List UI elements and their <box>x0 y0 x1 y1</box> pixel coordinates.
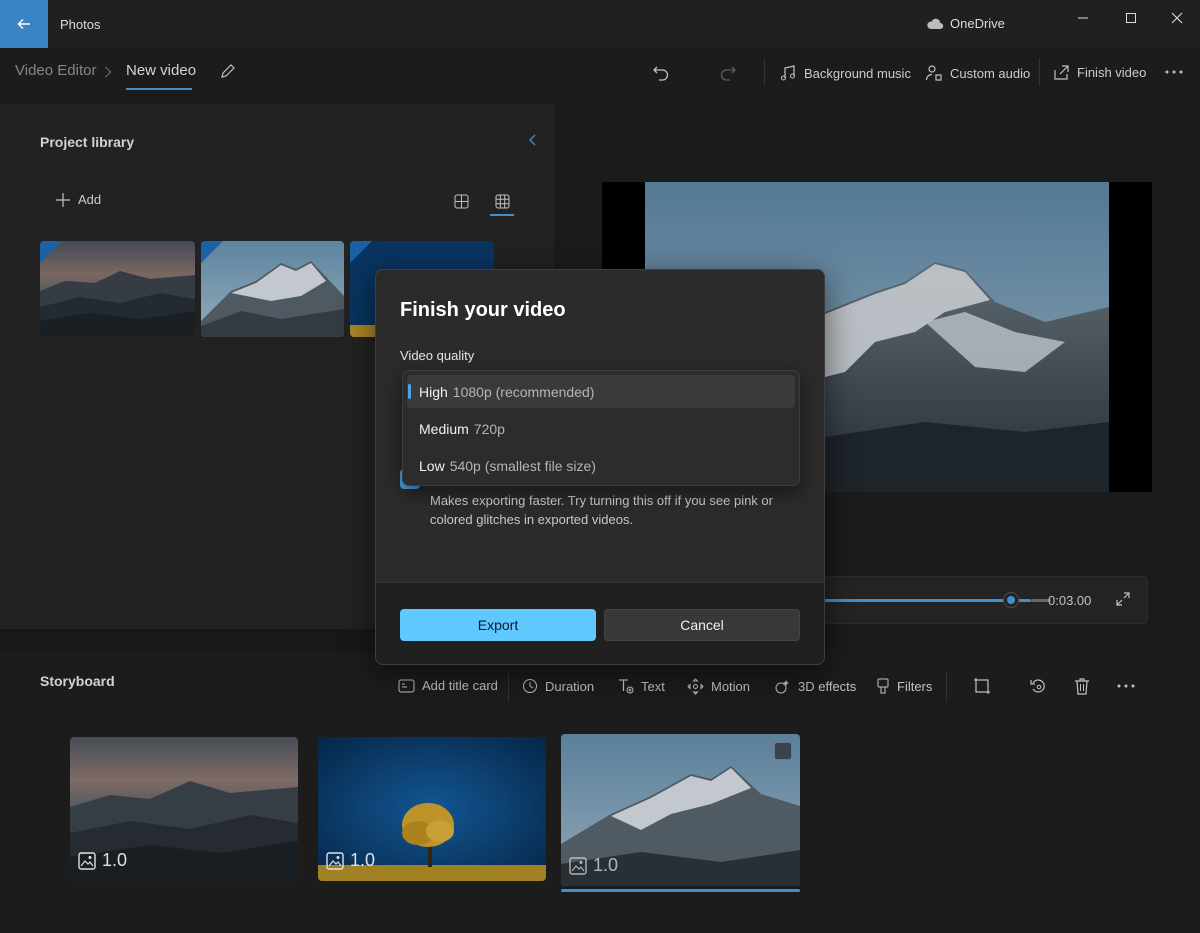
video-quality-dropdown[interactable]: High 1080p (recommended) Medium 720p Low… <box>402 370 800 486</box>
app-title: Photos <box>60 17 101 32</box>
maximize-icon <box>1126 13 1136 23</box>
quality-option-high[interactable]: High 1080p (recommended) <box>407 375 795 408</box>
video-quality-label: Video quality <box>400 348 475 363</box>
dialog-title: Finish your video <box>400 299 566 321</box>
maximize-button[interactable] <box>1116 8 1146 28</box>
quality-option-detail: 720p <box>473 420 505 437</box>
title-bar: Photos OneDrive <box>0 0 1200 48</box>
quality-option-name: Medium <box>419 420 469 437</box>
onedrive-label: OneDrive <box>950 16 1005 31</box>
dialog-footer: Export Cancel <box>376 582 824 664</box>
back-arrow-icon <box>17 19 30 29</box>
hardware-encoding-description: Makes exporting faster. Try turning this… <box>430 493 773 527</box>
close-button[interactable] <box>1162 8 1192 28</box>
onedrive-status[interactable]: OneDrive <box>926 16 1005 31</box>
back-button[interactable] <box>0 0 48 48</box>
quality-option-detail: 540p (smallest file size) <box>449 457 596 474</box>
cancel-button[interactable]: Cancel <box>604 609 800 641</box>
quality-option-name: High <box>419 383 448 400</box>
quality-option-name: Low <box>419 457 445 474</box>
cloud-icon <box>927 18 944 29</box>
selected-option-indicator <box>408 384 411 399</box>
minimize-icon <box>1078 17 1088 19</box>
export-button[interactable]: Export <box>400 609 596 641</box>
close-icon <box>1171 12 1183 24</box>
quality-option-medium[interactable]: Medium 720p <box>407 412 795 445</box>
quality-option-detail: 1080p (recommended) <box>452 383 595 400</box>
quality-option-low[interactable]: Low 540p (smallest file size) <box>407 449 795 482</box>
finish-video-dialog: Finish your video Video quality Makes ex… <box>375 269 825 665</box>
minimize-button[interactable] <box>1068 8 1098 28</box>
